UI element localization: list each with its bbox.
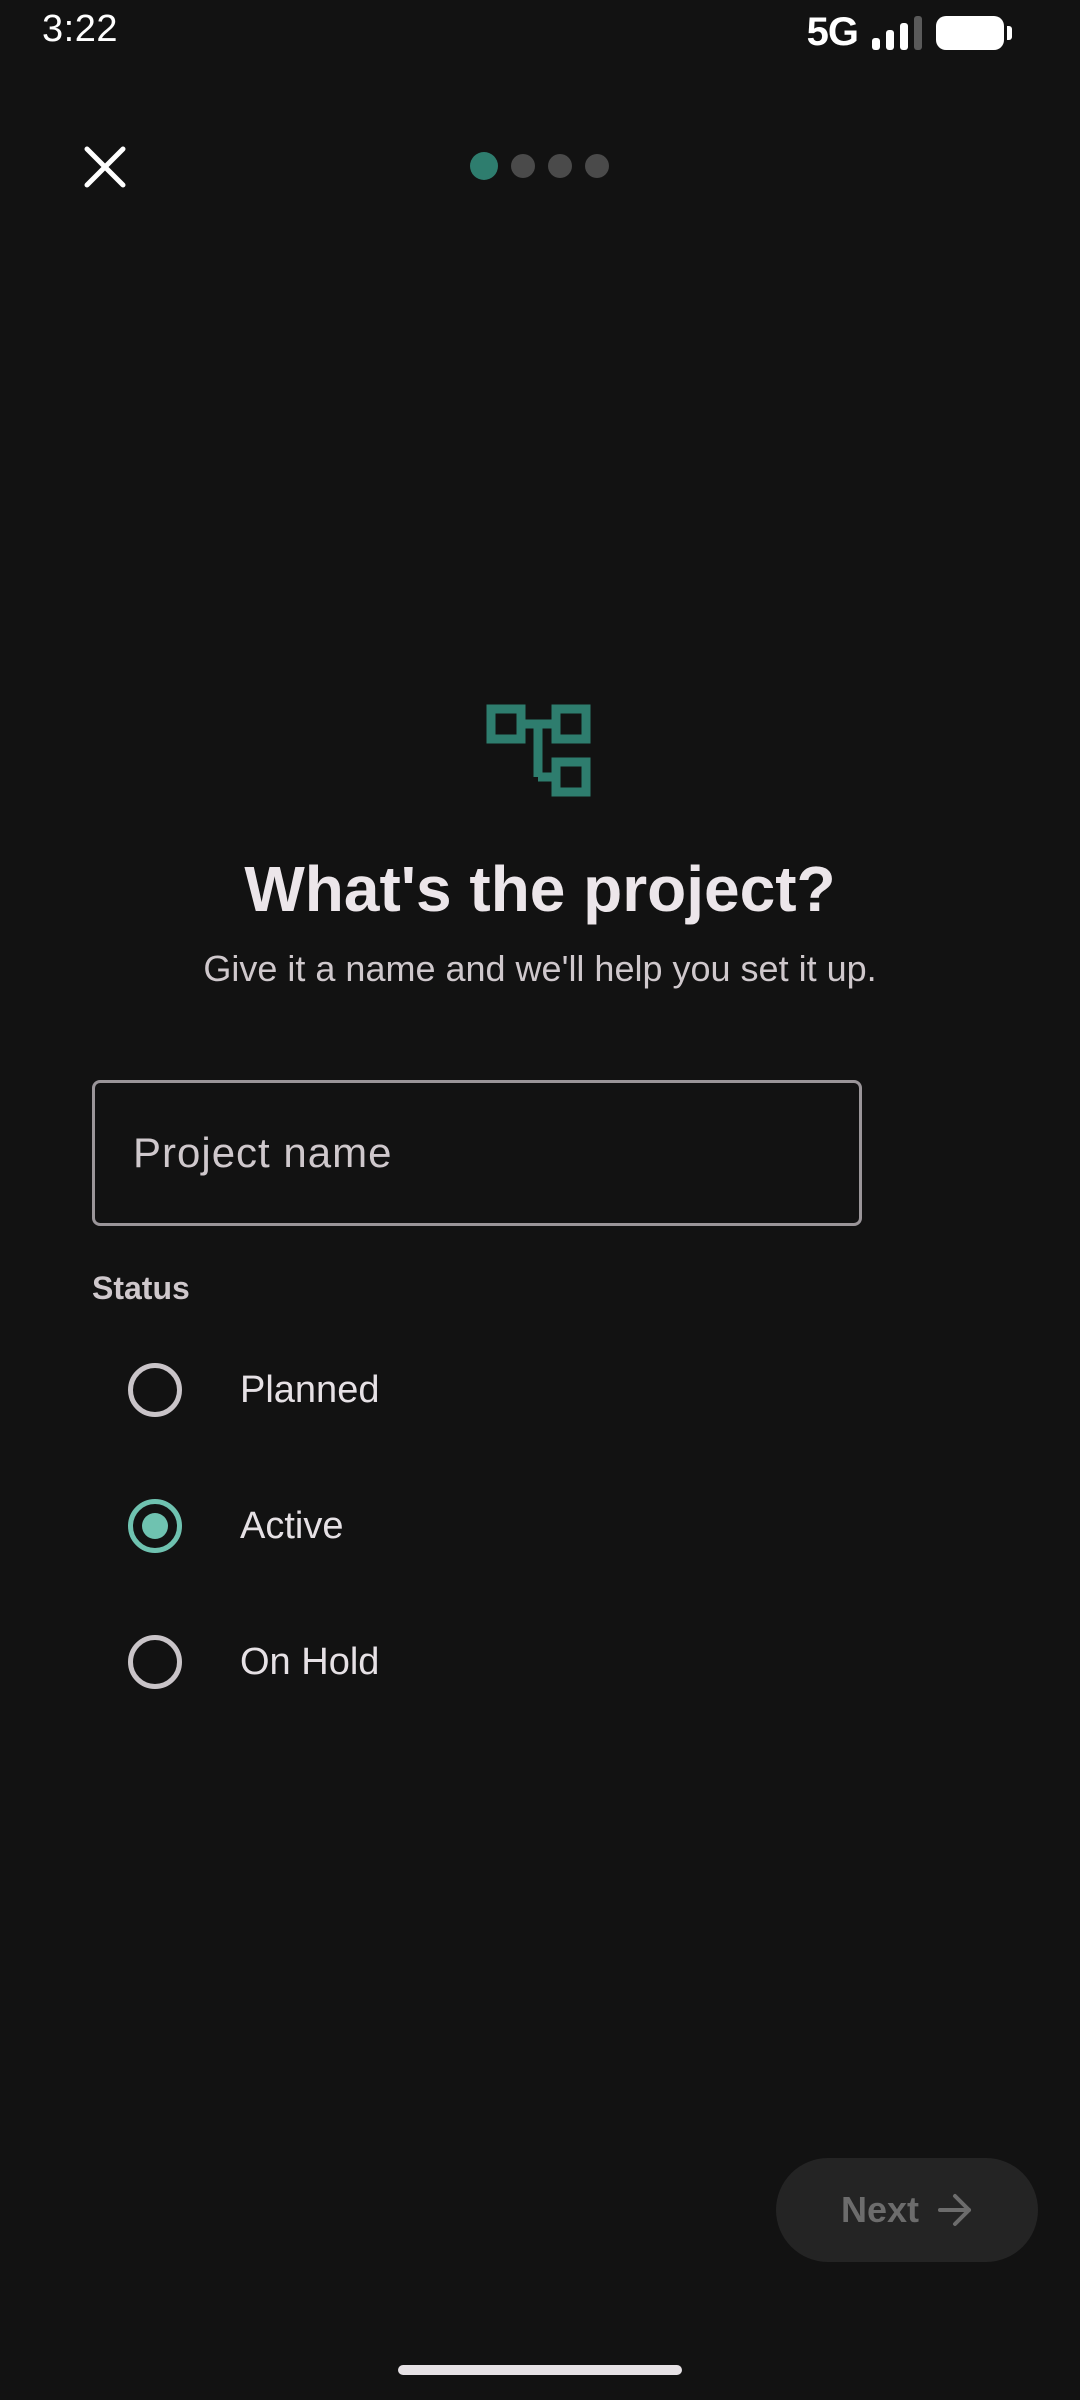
onboarding-screen: 3:22 5G What's the project? Give it a na… (0, 0, 1080, 2400)
project-name-field[interactable] (92, 1080, 862, 1226)
close-button[interactable] (70, 132, 140, 202)
close-icon (84, 146, 126, 188)
page-subtitle: Give it a name and we'll help you set it… (203, 948, 877, 989)
status-icons: 5G (806, 10, 1012, 55)
step-dot-1 (470, 152, 498, 180)
status-option-planned[interactable]: Planned (92, 1335, 692, 1445)
radio-planned[interactable] (128, 1363, 182, 1417)
home-indicator[interactable] (398, 2365, 682, 2375)
network-label: 5G (806, 10, 859, 54)
next-button[interactable]: Next (776, 2158, 1038, 2262)
arrow-right-icon (938, 2194, 972, 2226)
radio-active[interactable] (128, 1499, 182, 1553)
step-dot-2 (511, 154, 535, 178)
step-dot-4 (585, 154, 609, 178)
project-name-input[interactable] (133, 1129, 821, 1177)
next-label: Next (840, 2189, 920, 2230)
project-tree-icon (486, 704, 591, 797)
status-option-label: On Hold (240, 1640, 380, 1683)
status-option-active[interactable]: Active (92, 1471, 692, 1581)
status-option-on-hold[interactable]: On Hold (92, 1607, 692, 1717)
status-time: 3:22 (42, 8, 118, 50)
signal-icon (872, 15, 922, 50)
page-title: What's the project? (244, 853, 836, 925)
battery-icon (936, 15, 1012, 50)
step-dot-3 (548, 154, 572, 178)
step-indicator (470, 152, 609, 180)
status-option-label: Active (240, 1504, 344, 1547)
radio-on-hold[interactable] (128, 1635, 182, 1689)
status-label: Status (92, 1270, 190, 1306)
status-option-label: Planned (240, 1368, 380, 1411)
